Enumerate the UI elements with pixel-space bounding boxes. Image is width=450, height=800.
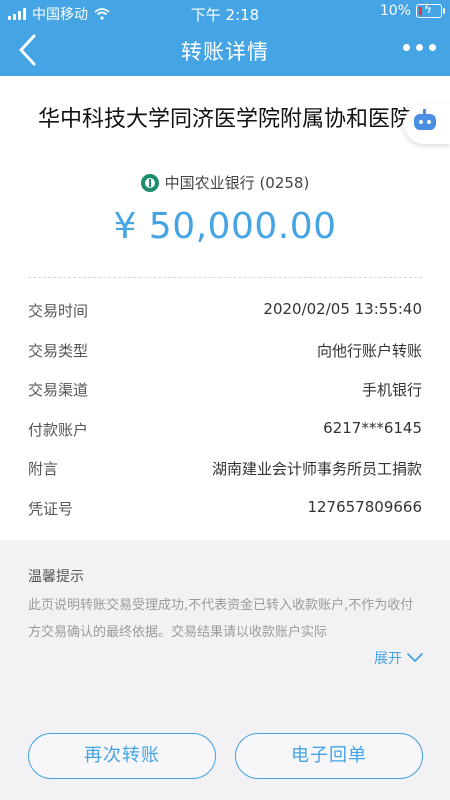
assistant-robot-button[interactable]	[404, 104, 450, 144]
expand-button[interactable]: 展开	[374, 648, 424, 668]
detail-value: 向他行账户转账	[316, 342, 422, 360]
detail-value: 2020/02/05 13:55:40	[263, 300, 422, 318]
detail-label: 凭证号	[28, 500, 74, 518]
battery-icon: ϟ	[416, 2, 445, 18]
payee-bank: 中国农业银行 (0258)	[0, 172, 450, 193]
detail-row: 交易类型 向他行账户转账	[28, 338, 422, 362]
transfer-again-button[interactable]: 再次转账	[28, 733, 216, 779]
detail-value: 127657809666	[307, 498, 422, 516]
detail-row: 附言 湖南建业会计师事务所员工捐款	[28, 456, 422, 480]
dashed-divider	[28, 277, 422, 278]
detail-label: 附言	[28, 460, 59, 478]
tips-text: 此页说明转账交易受理成功,不代表资金已转入收款账户,不作为收付方交易确认的最终依…	[28, 598, 414, 640]
more-options-button[interactable]	[403, 44, 436, 51]
expand-label: 展开	[374, 651, 402, 667]
battery-percent: 10%	[379, 3, 411, 19]
robot-icon	[414, 114, 436, 130]
detail-label: 交易类型	[28, 342, 89, 360]
chevron-down-icon	[407, 653, 423, 662]
payee-bank-label: 中国农业银行 (0258)	[164, 174, 310, 192]
detail-row: 凭证号 127657809666	[28, 496, 422, 520]
transfer-amount: ¥ 50,000.00	[113, 206, 337, 247]
tips-section: 温馨提示 此页说明转账交易受理成功,不代表资金已转入收款账户,不作为收付方交易确…	[0, 540, 450, 680]
abc-bank-logo-icon	[140, 173, 159, 192]
status-bar: 中国移动 下午 2:18 10% ϟ	[0, 0, 450, 24]
detail-value: 6217***6145	[323, 419, 422, 437]
status-right: 10% ϟ	[379, 2, 445, 19]
page-title: 转账详情	[181, 40, 269, 64]
transfer-detail-card: 华中科技大学同济医学院附属协和医院 中国农业银行 (0258) ¥ 50,000…	[0, 76, 450, 540]
e-receipt-button[interactable]: 电子回单	[235, 733, 423, 779]
detail-label: 交易渠道	[28, 381, 89, 399]
nav-bar: 转账详情	[0, 24, 450, 76]
detail-label: 交易时间	[28, 302, 89, 320]
tips-title: 温馨提示	[28, 569, 84, 585]
header-bar: 中国移动 下午 2:18 10% ϟ 转账详情	[0, 0, 450, 76]
detail-row: 交易时间 2020/02/05 13:55:40	[28, 298, 422, 322]
detail-value: 手机银行	[361, 381, 422, 399]
detail-label: 付款账户	[28, 421, 89, 439]
detail-row: 付款账户 6217***6145	[28, 417, 422, 441]
detail-value: 湖南建业会计师事务所员工捐款	[211, 460, 422, 478]
detail-row: 交易渠道 手机银行	[28, 377, 422, 401]
payee-name: 华中科技大学同济医学院附属协和医院	[37, 107, 412, 132]
